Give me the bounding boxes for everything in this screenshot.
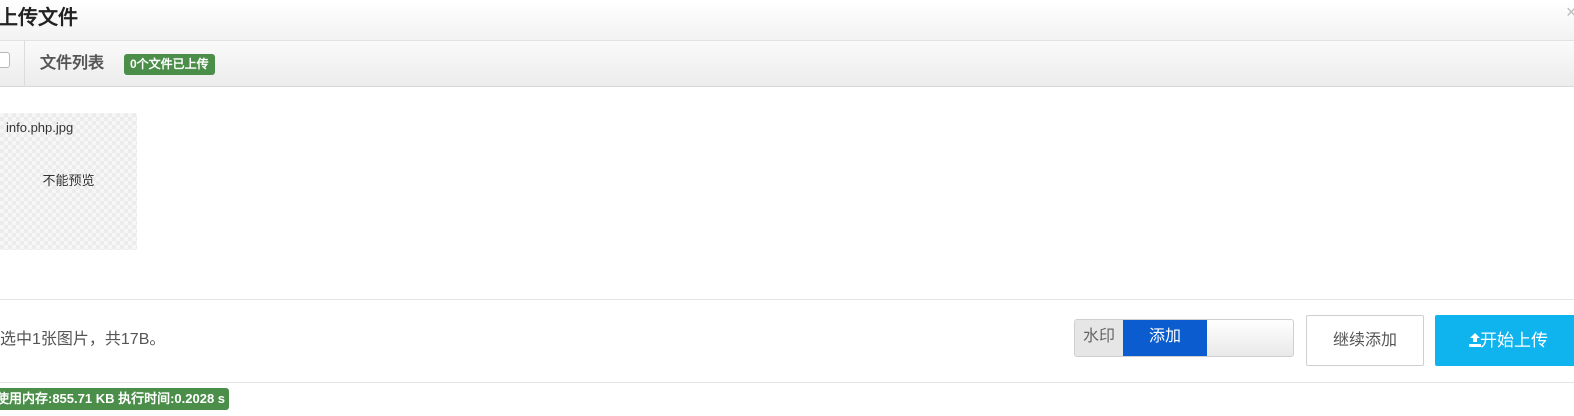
toolbar-divider	[24, 41, 25, 86]
start-upload-label: 开始上传	[1480, 331, 1548, 350]
upload-count-badge: 0个文件已上传	[124, 54, 215, 75]
selection-info: 选中1张图片，共17B。	[0, 331, 166, 348]
file-card[interactable]: info.php.jpg 不能预览	[0, 113, 137, 250]
file-list-toolbar: 文件列表 0个文件已上传	[0, 41, 1574, 87]
dialog-titlebar: 上传文件 ×	[0, 0, 1574, 41]
watermark-label: 水印	[1075, 320, 1123, 356]
watermark-add-option[interactable]: 添加	[1123, 320, 1207, 356]
file-list-label: 文件列表	[40, 55, 105, 72]
continue-add-button[interactable]: 继续添加	[1306, 315, 1424, 366]
watermark-toggle[interactable]: 水印 添加	[1074, 319, 1294, 357]
select-all-checkbox[interactable]	[0, 52, 10, 68]
upload-footer: 选中1张图片，共17B。 水印 添加 继续添加 开始上传	[0, 299, 1574, 383]
no-preview-text: 不能预览	[42, 173, 95, 188]
close-icon[interactable]: ×	[1566, 5, 1574, 19]
debug-stats-badge: 使用内存:855.71 KB 执行时间:0.2028 s	[0, 388, 230, 410]
file-name: info.php.jpg	[6, 120, 74, 135]
start-upload-button[interactable]: 开始上传	[1435, 315, 1574, 366]
dialog-title: 上传文件	[0, 7, 78, 29]
watermark-off-option[interactable]	[1207, 320, 1293, 356]
